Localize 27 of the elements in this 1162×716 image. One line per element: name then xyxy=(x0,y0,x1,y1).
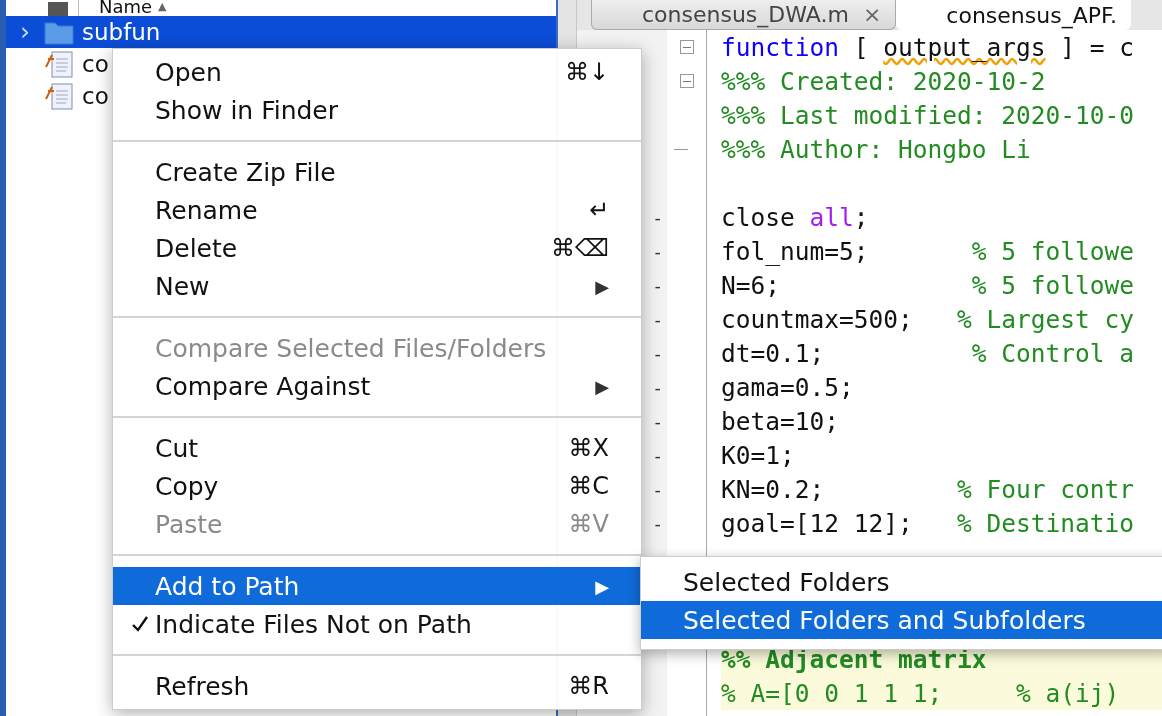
code-line: gama=0.5; xyxy=(721,371,855,404)
shortcut-label: ⌘X xyxy=(568,434,609,462)
code-line: countmax=500; % Largest cy xyxy=(721,303,1136,336)
shortcut-label: ⌘R xyxy=(568,672,609,700)
submenu-arrow: ▶ xyxy=(595,375,609,397)
code-line: %%% Last modified: 2020-10-0 xyxy=(721,99,1135,132)
shortcut-label: ⌘V xyxy=(568,510,609,538)
file-name: co xyxy=(82,83,109,109)
code-line: %%% Author: Hongbo Li xyxy=(721,133,1032,166)
file-name: subfun xyxy=(82,19,161,45)
code-line: fol_num=5; % 5 followe xyxy=(721,235,1136,268)
code-line: K0=1; xyxy=(721,439,796,472)
submenu-arrow: ▶ xyxy=(595,575,609,597)
shortcut-label: ⌘↓ xyxy=(564,58,609,86)
code-line: N=6; % 5 followe xyxy=(721,269,1136,302)
code-line: goal=[12 12]; % Destinatio xyxy=(721,507,1136,540)
code-line: dt=0.1; % Control a xyxy=(721,337,1136,370)
code-line: close all; xyxy=(721,201,870,234)
submenu-arrow: ▶ xyxy=(595,275,609,297)
file-name: co xyxy=(82,51,109,77)
code-line: %%% Created: 2020-10-2 xyxy=(721,65,1047,98)
shortcut-label: ⌘⌫ xyxy=(551,234,609,262)
code-line: beta=10; xyxy=(721,405,840,438)
code-line: KN=0.2; % Four contr xyxy=(721,473,1136,506)
shortcut-label: ⌘C xyxy=(568,472,609,500)
code-line: function [ output_args ] = c xyxy=(721,31,1136,64)
shortcut-label: ↵ xyxy=(588,196,609,224)
